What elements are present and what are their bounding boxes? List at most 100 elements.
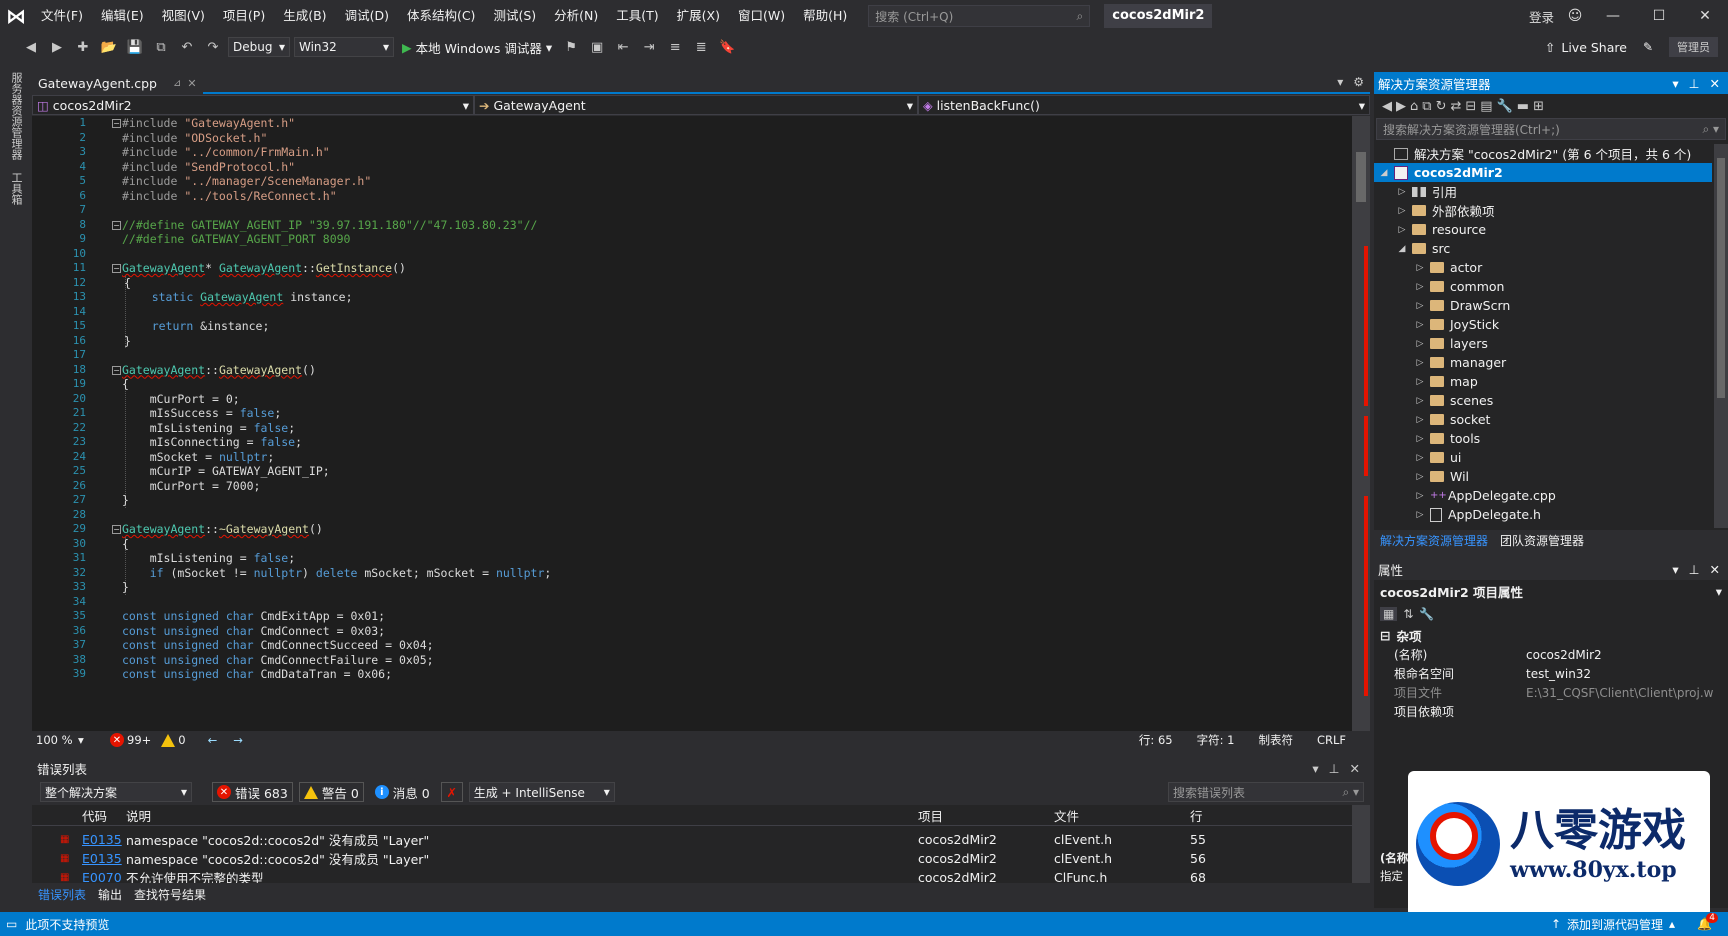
code-line[interactable]: #include "../manager/SceneManager.h" — [122, 174, 371, 188]
menu-item[interactable]: 窗口(W) — [729, 0, 794, 32]
code-line[interactable]: GatewayAgent::GatewayAgent() — [122, 363, 316, 377]
menu-item[interactable]: 调试(D) — [336, 0, 398, 32]
code-line[interactable]: #include "GatewayAgent.h" — [122, 116, 295, 130]
collapsed-arrow-icon[interactable]: ▷ — [1414, 510, 1426, 520]
warning-count[interactable]: 0 — [161, 733, 186, 747]
code-line[interactable]: mCurIP = GATEWAY_AGENT_IP; — [122, 464, 330, 478]
collapsed-arrow-icon[interactable]: ▷ — [1414, 415, 1426, 425]
code-line[interactable]: #include "../tools/ReConnect.h" — [122, 189, 337, 203]
tree-folder[interactable]: ▷ manager — [1374, 353, 1712, 372]
code-line[interactable]: const unsigned char CmdExitApp = 0x01; — [122, 609, 385, 623]
code-line[interactable]: #include "../common/FrmMain.h" — [122, 145, 330, 159]
tree-folder[interactable]: ▷ tools — [1374, 429, 1712, 448]
code-line[interactable]: mIsListening = false; — [122, 421, 295, 435]
toolbox-tab[interactable]: 工具箱 — [8, 172, 24, 205]
history-icon[interactable]: ↻ — [1436, 99, 1447, 114]
menu-item[interactable]: 项目(P) — [214, 0, 274, 32]
chevron-down-icon[interactable]: ▾ — [1672, 562, 1678, 577]
code-line[interactable]: mCurPort = 7000; — [122, 479, 261, 493]
indent-icon[interactable]: ⇤ — [612, 36, 634, 58]
errors-filter-button[interactable]: ✕ 错误 683 — [212, 782, 293, 802]
fold-toggle-icon[interactable]: − — [112, 365, 121, 375]
undo-icon[interactable]: ↶ — [176, 36, 198, 58]
code-line[interactable]: mSocket = nullptr; — [122, 450, 275, 464]
tree-item[interactable]: ▷ resource — [1374, 220, 1712, 239]
tree-folder[interactable]: ▷ actor — [1374, 258, 1712, 277]
collapsed-arrow-icon[interactable]: ▷ — [1414, 377, 1426, 387]
feedback-icon[interactable]: ✎ — [1643, 40, 1653, 54]
platform-select[interactable]: Win32 ▾ — [294, 37, 394, 57]
property-row[interactable]: 项目文件 E:\31_CQSF\Client\Client\proj.w — [1374, 683, 1728, 702]
editor-scrollbar[interactable] — [1352, 116, 1370, 731]
properties-wrench-icon[interactable]: 🔧 — [1497, 99, 1513, 114]
open-file-icon[interactable]: 📂 — [98, 36, 120, 58]
property-pages-icon[interactable]: 🔧 — [1419, 607, 1434, 621]
outdent-icon[interactable]: ⇥ — [638, 36, 660, 58]
bottom-tab[interactable]: 查找符号结果 — [134, 886, 206, 903]
menu-item[interactable]: 工具(T) — [607, 0, 667, 32]
back-icon[interactable]: ◀ — [1382, 99, 1392, 114]
close-icon[interactable]: ✕ — [1710, 562, 1720, 577]
code-line[interactable]: //#define GATEWAY_AGENT_PORT 8090 — [122, 232, 350, 246]
property-row[interactable]: (名称) cocos2dMir2 — [1374, 645, 1728, 664]
code-line[interactable]: #include "ODSocket.h" — [122, 131, 267, 145]
collapsed-arrow-icon[interactable]: ▷ — [1414, 358, 1426, 368]
scope-select[interactable]: 整个解决方案 ▾ — [40, 782, 192, 802]
collapsed-arrow-icon[interactable]: ▷ — [1414, 453, 1426, 463]
filter-icon[interactable]: ✗ — [440, 782, 463, 802]
back-nav-icon[interactable]: ◀ — [20, 36, 42, 58]
pin-icon[interactable]: ⊥ — [1689, 562, 1700, 577]
menu-item[interactable]: 生成(B) — [274, 0, 335, 32]
tree-item[interactable]: ▷ 外部依赖项 — [1374, 201, 1712, 220]
scroll-thumb[interactable] — [1356, 152, 1366, 202]
home-icon[interactable]: ⌂ — [1410, 99, 1418, 114]
attach-icon[interactable]: ⚑ — [560, 36, 582, 58]
menu-item[interactable]: 编辑(E) — [92, 0, 153, 32]
solution-search-input[interactable]: 搜索解决方案资源管理器(Ctrl+;) ⌕ ▾ — [1376, 118, 1726, 140]
bottom-tab[interactable]: 输出 — [98, 886, 122, 903]
tree-item[interactable]: ◢ src — [1374, 239, 1712, 258]
alphabetical-icon[interactable]: ⇅ — [1403, 607, 1413, 621]
error-row[interactable]: ▦ E0135 namespace "cocos2d::cocos2d" 没有成员 … — [32, 829, 1352, 850]
property-row[interactable]: 项目依赖项 — [1374, 702, 1728, 721]
menu-item[interactable]: 测试(S) — [484, 0, 545, 32]
col-code-header[interactable]: 代码 — [82, 806, 107, 825]
menu-item[interactable]: 视图(V) — [153, 0, 214, 32]
switch-views-icon[interactable]: ⧉ — [1422, 99, 1431, 114]
collapse-all-icon[interactable]: ⊟ — [1465, 99, 1476, 114]
code-editor[interactable]: 1 2 3 4 5 6 7 8 9 10 11 12 13 14 15 16 17 18 19 20 21 22 23 24 2… — [32, 116, 1370, 731]
maximize-button[interactable]: ☐ — [1636, 8, 1682, 24]
code-line[interactable]: { — [122, 377, 129, 391]
uncomment-icon[interactable]: ≣ — [690, 36, 712, 58]
code-line[interactable]: mIsListening = false; — [122, 551, 295, 565]
tree-project[interactable]: ◢ cocos2dMir2 — [1374, 163, 1712, 182]
error-count[interactable]: ✕ 99+ — [110, 733, 151, 747]
tree-folder[interactable]: ▷ ui — [1374, 448, 1712, 467]
error-row[interactable]: ▦ E0135 namespace "cocos2d::cocos2d" 没有成员 … — [32, 848, 1352, 869]
close-icon[interactable]: ✕ — [187, 77, 196, 90]
code-line[interactable]: #include "SendProtocol.h" — [122, 160, 295, 174]
tree-folder[interactable]: ▷ JoyStick — [1374, 315, 1712, 334]
collapsed-arrow-icon[interactable]: ▷ — [1414, 320, 1426, 330]
chevron-down-icon[interactable]: ▾ — [1312, 761, 1318, 776]
tab-mode[interactable]: 制表符 — [1258, 732, 1293, 748]
categorized-icon[interactable]: ▦ — [1380, 607, 1398, 621]
menu-item[interactable]: 分析(N) — [545, 0, 607, 32]
code-line[interactable]: GatewayAgent::~GatewayAgent() — [122, 522, 323, 536]
minimize-button[interactable]: — — [1590, 8, 1636, 24]
tab-gatewayagent-cpp[interactable]: GatewayAgent.cpp ⊿ ✕ — [32, 72, 203, 94]
gear-icon[interactable]: ⚙ — [1353, 75, 1364, 89]
expanded-arrow-icon[interactable]: ◢ — [1378, 168, 1390, 178]
comment-icon[interactable]: ≡ — [664, 36, 686, 58]
code-line[interactable]: const unsigned char CmdConnectFailure = … — [122, 653, 434, 667]
tree-file[interactable]: ▷ AppDelegate.h — [1374, 505, 1712, 524]
property-value[interactable]: cocos2dMir2 — [1526, 648, 1602, 662]
collapsed-arrow-icon[interactable]: ▷ — [1414, 434, 1426, 444]
line-ending[interactable]: CRLF — [1317, 733, 1346, 747]
error-code[interactable]: E0135 — [82, 832, 122, 847]
class-nav-select[interactable]: ➔ GatewayAgent ▾ — [474, 95, 918, 115]
collapsed-arrow-icon[interactable]: ▷ — [1414, 491, 1426, 501]
save-all-icon[interactable]: ⧉ — [150, 36, 172, 58]
code-line[interactable]: static GatewayAgent instance; — [124, 290, 353, 304]
chevron-down-icon[interactable]: ▾ — [78, 733, 98, 747]
